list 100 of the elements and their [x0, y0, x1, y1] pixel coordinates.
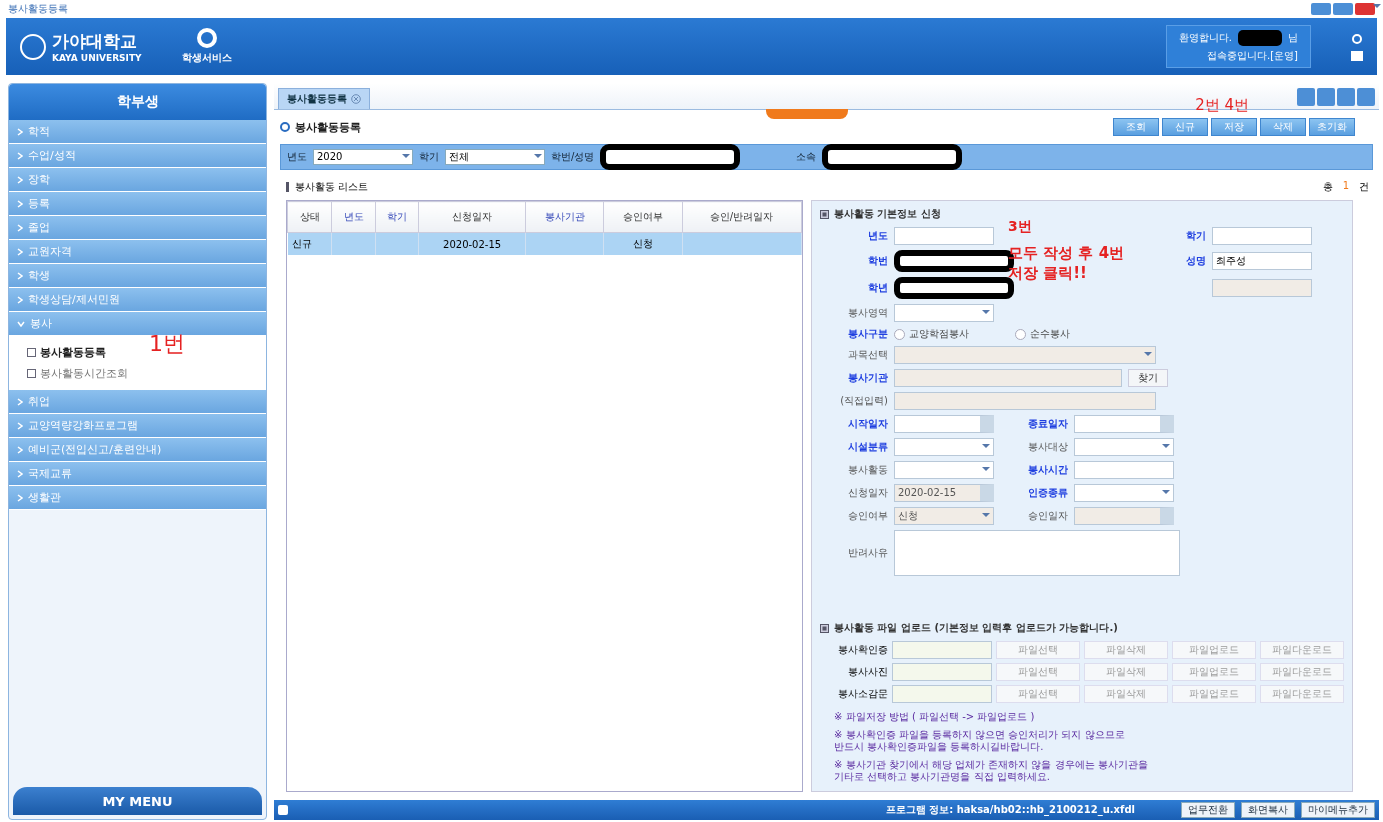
- input-field[interactable]: 최주성: [1212, 252, 1312, 270]
- chevron-right-icon[interactable]: [17, 295, 23, 304]
- chevron-right-icon[interactable]: [17, 199, 23, 208]
- chevron-right-icon[interactable]: [17, 469, 23, 478]
- radio-button[interactable]: [894, 328, 905, 340]
- field-label: 성명: [1185, 254, 1206, 268]
- field-label: 년도: [867, 229, 888, 243]
- radio-button[interactable]: [1015, 328, 1026, 340]
- dropdown[interactable]: [1074, 438, 1174, 456]
- chevron-right-icon[interactable]: [17, 421, 23, 430]
- section-title: 봉사활동 기본정보 신청: [834, 207, 941, 221]
- file-field[interactable]: [892, 641, 992, 659]
- program-info: 프로그램 정보: haksa/hb02::hb_2100212_u.xfdl: [885, 803, 1135, 817]
- maximize-button[interactable]: [1333, 3, 1353, 15]
- menu-item[interactable]: 수업/성적: [28, 148, 76, 163]
- file-button[interactable]: 파일업로드: [1172, 641, 1256, 659]
- redacted-field[interactable]: [600, 144, 741, 170]
- logo-text: 가야대학교: [52, 30, 138, 53]
- file-button[interactable]: 파일삭제: [1084, 663, 1168, 681]
- menu-item[interactable]: 교원자격: [28, 244, 72, 259]
- service-label[interactable]: 학생서비스: [181, 51, 232, 65]
- note-text: ※ 봉사확인증 파일을 등록하지 않으면 승인처리가 되지 않으므로 반드시 봉사확인증파일을 등록하시길바랍니다.: [834, 729, 1126, 753]
- file-button[interactable]: 파일업로드: [1172, 685, 1256, 703]
- chevron-right-icon[interactable]: [17, 127, 23, 136]
- input-field[interactable]: [1212, 227, 1312, 245]
- status-button[interactable]: 화면복사: [1241, 802, 1295, 818]
- chevron-right-icon[interactable]: [17, 151, 23, 160]
- chevron-right-icon[interactable]: [17, 397, 23, 406]
- file-button[interactable]: 파일삭제: [1084, 685, 1168, 703]
- note-text: ※ 파일저장 방법 ( 파일선택 -> 파일업로드 ): [834, 711, 1036, 723]
- menu-item[interactable]: 졸업: [28, 220, 50, 235]
- status-button[interactable]: 마이메뉴추가: [1301, 802, 1375, 818]
- menu-item[interactable]: 학생: [28, 268, 50, 283]
- submenu-item[interactable]: 봉사활동등록: [40, 345, 106, 360]
- dropdown[interactable]: 전체: [445, 149, 545, 165]
- window-icon: [278, 805, 288, 815]
- file-button[interactable]: 파일다운로드: [1260, 641, 1344, 659]
- file-button[interactable]: 파일다운로드: [1260, 685, 1344, 703]
- target-icon[interactable]: [196, 28, 217, 48]
- window-title: 봉사활동등록: [8, 2, 68, 16]
- mail-icon[interactable]: [1351, 50, 1363, 61]
- sidebar-title: 학부생: [9, 84, 266, 120]
- redacted-field[interactable]: [822, 144, 963, 170]
- toolbar-button[interactable]: 저장: [1211, 118, 1257, 136]
- file-button[interactable]: 파일선택: [996, 685, 1080, 703]
- file-field[interactable]: [892, 685, 992, 703]
- page-title: 봉사활동등록: [295, 119, 361, 135]
- file-button[interactable]: 파일선택: [996, 663, 1080, 681]
- chevron-right-icon[interactable]: [17, 493, 23, 502]
- toolbar-button[interactable]: 삭제: [1260, 118, 1306, 136]
- toolbar-button[interactable]: 신규: [1162, 118, 1208, 136]
- menu-item[interactable]: 등록: [28, 196, 50, 211]
- input-field[interactable]: [1074, 461, 1174, 479]
- my-menu-button[interactable]: MY MENU: [13, 787, 262, 815]
- annotation-text: 1번: [149, 330, 185, 358]
- file-button[interactable]: 파일선택: [996, 641, 1080, 659]
- annotation-text: 모두 작성 후 4번 저장 클릭!!: [1008, 243, 1125, 284]
- text-area[interactable]: [894, 530, 1180, 576]
- chevron-right-icon[interactable]: [17, 271, 23, 280]
- status-button[interactable]: 업무전환: [1181, 802, 1235, 818]
- menu-item[interactable]: 국제교류: [28, 466, 72, 481]
- chevron-right-icon[interactable]: [17, 175, 23, 184]
- field-label: 봉사영역: [847, 306, 888, 320]
- tab[interactable]: 봉사활동등록: [278, 88, 370, 109]
- menu-item[interactable]: 봉사: [30, 316, 52, 331]
- dropdown[interactable]: [894, 461, 994, 479]
- file-button[interactable]: 파일업로드: [1172, 663, 1256, 681]
- toolbar-button[interactable]: 조회: [1113, 118, 1159, 136]
- input-field[interactable]: [894, 227, 994, 245]
- file-field[interactable]: [892, 663, 992, 681]
- dropdown[interactable]: [894, 438, 994, 456]
- menu-item[interactable]: 생활관: [28, 490, 61, 505]
- chevron-down-icon[interactable]: [17, 320, 25, 327]
- menu-item[interactable]: 학적: [28, 124, 50, 139]
- menu-item[interactable]: 취업: [28, 394, 50, 409]
- field-label: 봉사사진: [847, 665, 888, 679]
- close-icon[interactable]: [351, 94, 361, 104]
- field-label: 봉사구분: [847, 327, 888, 341]
- dropdown[interactable]: [894, 304, 994, 322]
- date-field[interactable]: [894, 415, 994, 433]
- table-cell: 2020-02-15: [443, 238, 502, 250]
- file-button[interactable]: 파일삭제: [1084, 641, 1168, 659]
- section-icon: [820, 209, 829, 219]
- dropdown[interactable]: 2020: [313, 149, 413, 165]
- collapse-handle[interactable]: [766, 109, 848, 119]
- minimize-button[interactable]: [1311, 3, 1331, 15]
- file-button[interactable]: 파일다운로드: [1260, 663, 1344, 681]
- column-header: 년도: [331, 201, 376, 233]
- date-field[interactable]: [1074, 415, 1174, 433]
- field-label: (직접입력): [839, 394, 888, 408]
- chevron-right-icon[interactable]: [17, 445, 23, 454]
- menu-item[interactable]: 장학: [28, 172, 50, 187]
- chevron-right-icon[interactable]: [17, 247, 23, 256]
- field-label: 봉사대상: [1027, 440, 1068, 454]
- chevron-right-icon[interactable]: [17, 223, 23, 232]
- close-button[interactable]: [1355, 3, 1375, 15]
- toolbar-button[interactable]: 초기화: [1309, 118, 1355, 136]
- submenu-item[interactable]: 봉사활동시간조회: [40, 366, 128, 381]
- note-text: ※ 봉사기관 찾기에서 해당 업체가 존재하지 않을 경우에는 봉사기관을 기타로 선택하고 봉사기관명을 직접 입력하세요.: [834, 759, 1149, 783]
- dropdown[interactable]: [1074, 484, 1174, 502]
